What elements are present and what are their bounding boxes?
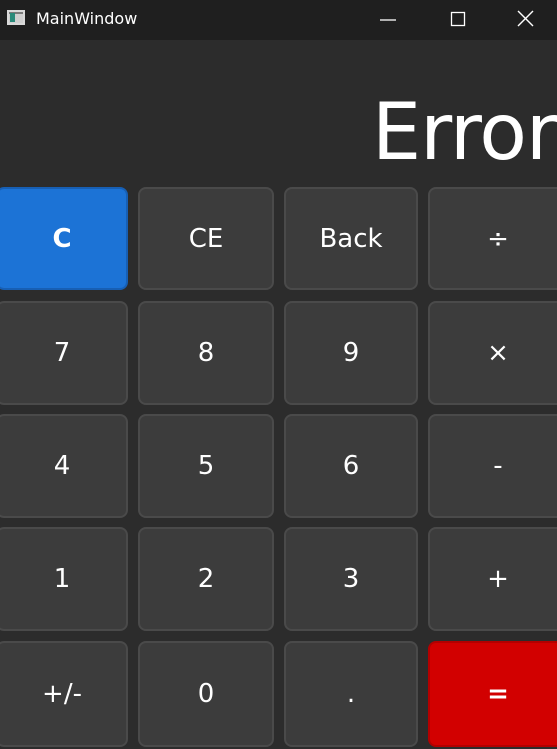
digit-3-button[interactable]: 3	[284, 527, 418, 631]
calculator-display: Error	[0, 40, 557, 186]
multiply-button[interactable]: ×	[428, 301, 557, 405]
maximize-button[interactable]	[425, 0, 489, 40]
equals-button[interactable]: =	[428, 641, 557, 747]
minimize-icon	[380, 19, 396, 21]
decimal-button[interactable]: .	[284, 641, 418, 747]
digit-9-button[interactable]: 9	[284, 301, 418, 405]
digit-8-button[interactable]: 8	[138, 301, 274, 405]
digit-6-button[interactable]: 6	[284, 414, 418, 518]
title-bar[interactable]: MainWindow	[0, 0, 557, 40]
window-title: MainWindow	[36, 9, 138, 28]
clear-button[interactable]: C	[0, 187, 128, 290]
backspace-button[interactable]: Back	[284, 187, 418, 290]
close-button[interactable]	[493, 0, 557, 40]
digit-4-button[interactable]: 4	[0, 414, 128, 518]
app-icon	[7, 10, 25, 25]
digit-2-button[interactable]: 2	[138, 527, 274, 631]
add-button[interactable]: +	[428, 527, 557, 631]
digit-0-button[interactable]: 0	[138, 641, 274, 747]
display-value: Error	[371, 88, 557, 178]
digit-1-button[interactable]: 1	[0, 527, 128, 631]
digit-7-button[interactable]: 7	[0, 301, 128, 405]
maximize-icon	[450, 11, 466, 27]
minimize-button[interactable]	[357, 0, 421, 40]
digit-5-button[interactable]: 5	[138, 414, 274, 518]
close-icon	[517, 10, 534, 27]
negate-button[interactable]: +/-	[0, 641, 128, 747]
clear-entry-button[interactable]: CE	[138, 187, 274, 290]
divide-button[interactable]: ÷	[428, 187, 557, 290]
subtract-button[interactable]: -	[428, 414, 557, 518]
